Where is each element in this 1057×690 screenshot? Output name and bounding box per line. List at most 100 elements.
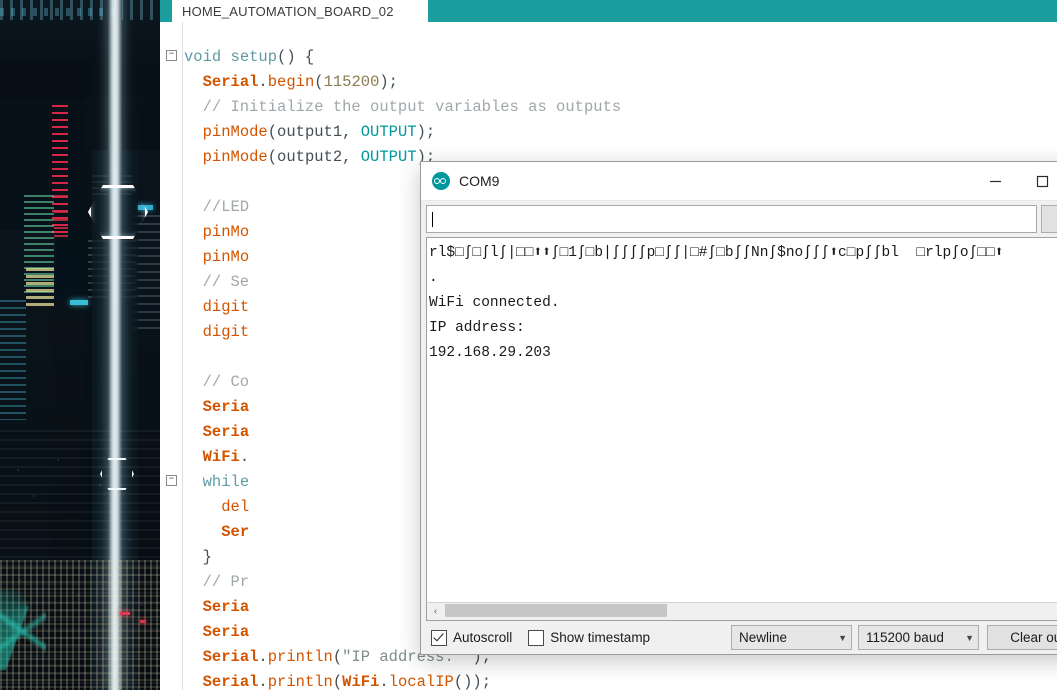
code-token: Serial bbox=[202, 673, 259, 690]
code-token: ( bbox=[332, 673, 343, 690]
editor-gutter: − − bbox=[160, 22, 183, 690]
wallpaper-building bbox=[0, 60, 90, 100]
code-token: // Se bbox=[184, 273, 250, 291]
tab-bar-filler bbox=[428, 0, 1057, 22]
horizontal-scroll-thumb[interactable] bbox=[445, 604, 667, 617]
line-ending-select[interactable]: Newline ▼ bbox=[731, 625, 852, 650]
code-token: . bbox=[379, 673, 389, 690]
code-token: } bbox=[184, 548, 212, 566]
code-token: // Co bbox=[184, 373, 250, 391]
code-token: ); bbox=[416, 123, 436, 141]
code-token: pinMode bbox=[202, 148, 268, 166]
serial-monitor-bottom-bar: Autoscroll Show timestamp Newline ▼ 1152… bbox=[421, 621, 1057, 654]
code-token: WiFi bbox=[202, 448, 240, 466]
code-token: pinMo bbox=[202, 223, 250, 241]
code-token: . bbox=[258, 648, 268, 666]
code-token: del bbox=[221, 498, 250, 516]
code-token: ()); bbox=[453, 673, 492, 690]
wallpaper-neon-yellow bbox=[26, 268, 54, 308]
code-line: // Initialize the output variables as ou… bbox=[184, 95, 1057, 120]
serial-monitor-titlebar[interactable]: COM9 bbox=[421, 162, 1057, 201]
wallpaper-window-lights bbox=[0, 8, 120, 16]
text-caret bbox=[432, 211, 433, 227]
wallpaper-red-light bbox=[120, 612, 130, 615]
code-token: . bbox=[239, 448, 250, 466]
code-token: pinMode bbox=[202, 123, 268, 141]
code-line: pinMode(output1, OUTPUT); bbox=[184, 120, 1057, 145]
autoscroll-checkbox[interactable]: Autoscroll bbox=[431, 629, 513, 646]
code-token: pinMo bbox=[202, 248, 250, 266]
serial-monitor-send-row: Send bbox=[421, 201, 1057, 237]
serial-output-panel: rl$□ʃ□ʃlʃ|□□⬆⬆ʃ□1ʃ□b|ʃʃʃʃp□ʃʃ|□#ʃ□bʃʃNnʃ… bbox=[426, 237, 1057, 602]
show-timestamp-label: Show timestamp bbox=[550, 630, 651, 645]
screen-root: HOME_AUTOMATION_BOARD_02 − − void setup(… bbox=[0, 0, 1057, 690]
code-token: . bbox=[258, 73, 268, 91]
code-fold-toggle[interactable]: − bbox=[166, 50, 177, 61]
maximize-icon[interactable] bbox=[1019, 162, 1057, 200]
serial-output-text[interactable]: rl$□ʃ□ʃlʃ|□□⬆⬆ʃ□1ʃ□b|ʃʃʃʃp□ʃʃ|□#ʃ□bʃʃNnʃ… bbox=[427, 238, 1057, 602]
scroll-left-icon[interactable]: ‹ bbox=[427, 603, 444, 620]
code-fold-toggle[interactable]: − bbox=[166, 475, 177, 486]
code-token: digit bbox=[202, 298, 250, 316]
desktop-wallpaper bbox=[0, 0, 160, 690]
code-token: begin bbox=[267, 73, 315, 91]
code-token: Ser bbox=[221, 523, 250, 541]
code-token: setup bbox=[230, 48, 278, 66]
chevron-down-icon: ▼ bbox=[965, 632, 974, 643]
code-token: Seria bbox=[202, 598, 250, 616]
wallpaper-green-structure bbox=[0, 600, 46, 658]
send-button[interactable]: Send bbox=[1041, 205, 1057, 233]
serial-output-line: . bbox=[429, 270, 438, 286]
code-line: Serial.println(WiFi.localIP()); bbox=[184, 670, 1057, 690]
serial-send-input[interactable] bbox=[426, 205, 1037, 233]
code-token: Seria bbox=[202, 623, 250, 641]
code-token: Seria bbox=[202, 423, 250, 441]
code-token: OUTPUT bbox=[360, 123, 417, 141]
code-token: digit bbox=[202, 323, 250, 341]
chevron-down-icon: ▼ bbox=[838, 632, 847, 643]
serial-monitor-dialog: COM9 Send rl$□ʃ□ʃlʃ|□□⬆⬆ʃ□1 bbox=[420, 161, 1057, 655]
autoscroll-label: Autoscroll bbox=[453, 630, 513, 645]
minimize-icon[interactable] bbox=[972, 162, 1019, 200]
code-token: // Initialize the output variables as ou… bbox=[184, 98, 622, 116]
editor-tab-home-automation-board-02[interactable]: HOME_AUTOMATION_BOARD_02 bbox=[172, 0, 404, 22]
code-token: Seria bbox=[202, 398, 250, 416]
line-ending-value: Newline bbox=[739, 630, 788, 645]
serial-output-horizontal-scrollbar[interactable]: ‹ › bbox=[426, 602, 1057, 621]
code-token: println bbox=[267, 673, 333, 690]
code-token: () { bbox=[277, 48, 315, 66]
tab-bar-accent-edge bbox=[160, 0, 172, 22]
code-token: //LED bbox=[184, 198, 250, 216]
baud-rate-value: 115200 baud bbox=[866, 630, 944, 645]
checkbox-checked-icon[interactable] bbox=[431, 629, 447, 646]
code-token: Serial bbox=[202, 648, 259, 666]
show-timestamp-checkbox[interactable]: Show timestamp bbox=[528, 629, 651, 646]
wallpaper-neon-cyan bbox=[0, 300, 26, 420]
wallpaper-red-light bbox=[140, 620, 146, 623]
code-token: void bbox=[184, 48, 231, 66]
wallpaper-neon-red bbox=[54, 195, 68, 240]
serial-output-line: rl$□ʃ□ʃlʃ|□□⬆⬆ʃ□1ʃ□b|ʃʃʃʃp□ʃʃ|□#ʃ□bʃʃNnʃ… bbox=[429, 245, 1004, 261]
checkbox-unchecked-icon[interactable] bbox=[528, 629, 545, 646]
baud-rate-select[interactable]: 115200 baud ▼ bbox=[858, 625, 979, 650]
serial-output-line: WiFi connected. bbox=[429, 295, 560, 311]
code-token: // Pr bbox=[184, 573, 250, 591]
code-token: (output1, bbox=[267, 123, 361, 141]
editor-tab-bar: HOME_AUTOMATION_BOARD_02 bbox=[160, 0, 1057, 25]
clear-output-button[interactable]: Clear output bbox=[987, 625, 1057, 650]
code-token: (output2, bbox=[267, 148, 361, 166]
code-token: Serial bbox=[202, 73, 259, 91]
serial-output-line: 192.168.29.203 bbox=[429, 345, 551, 361]
